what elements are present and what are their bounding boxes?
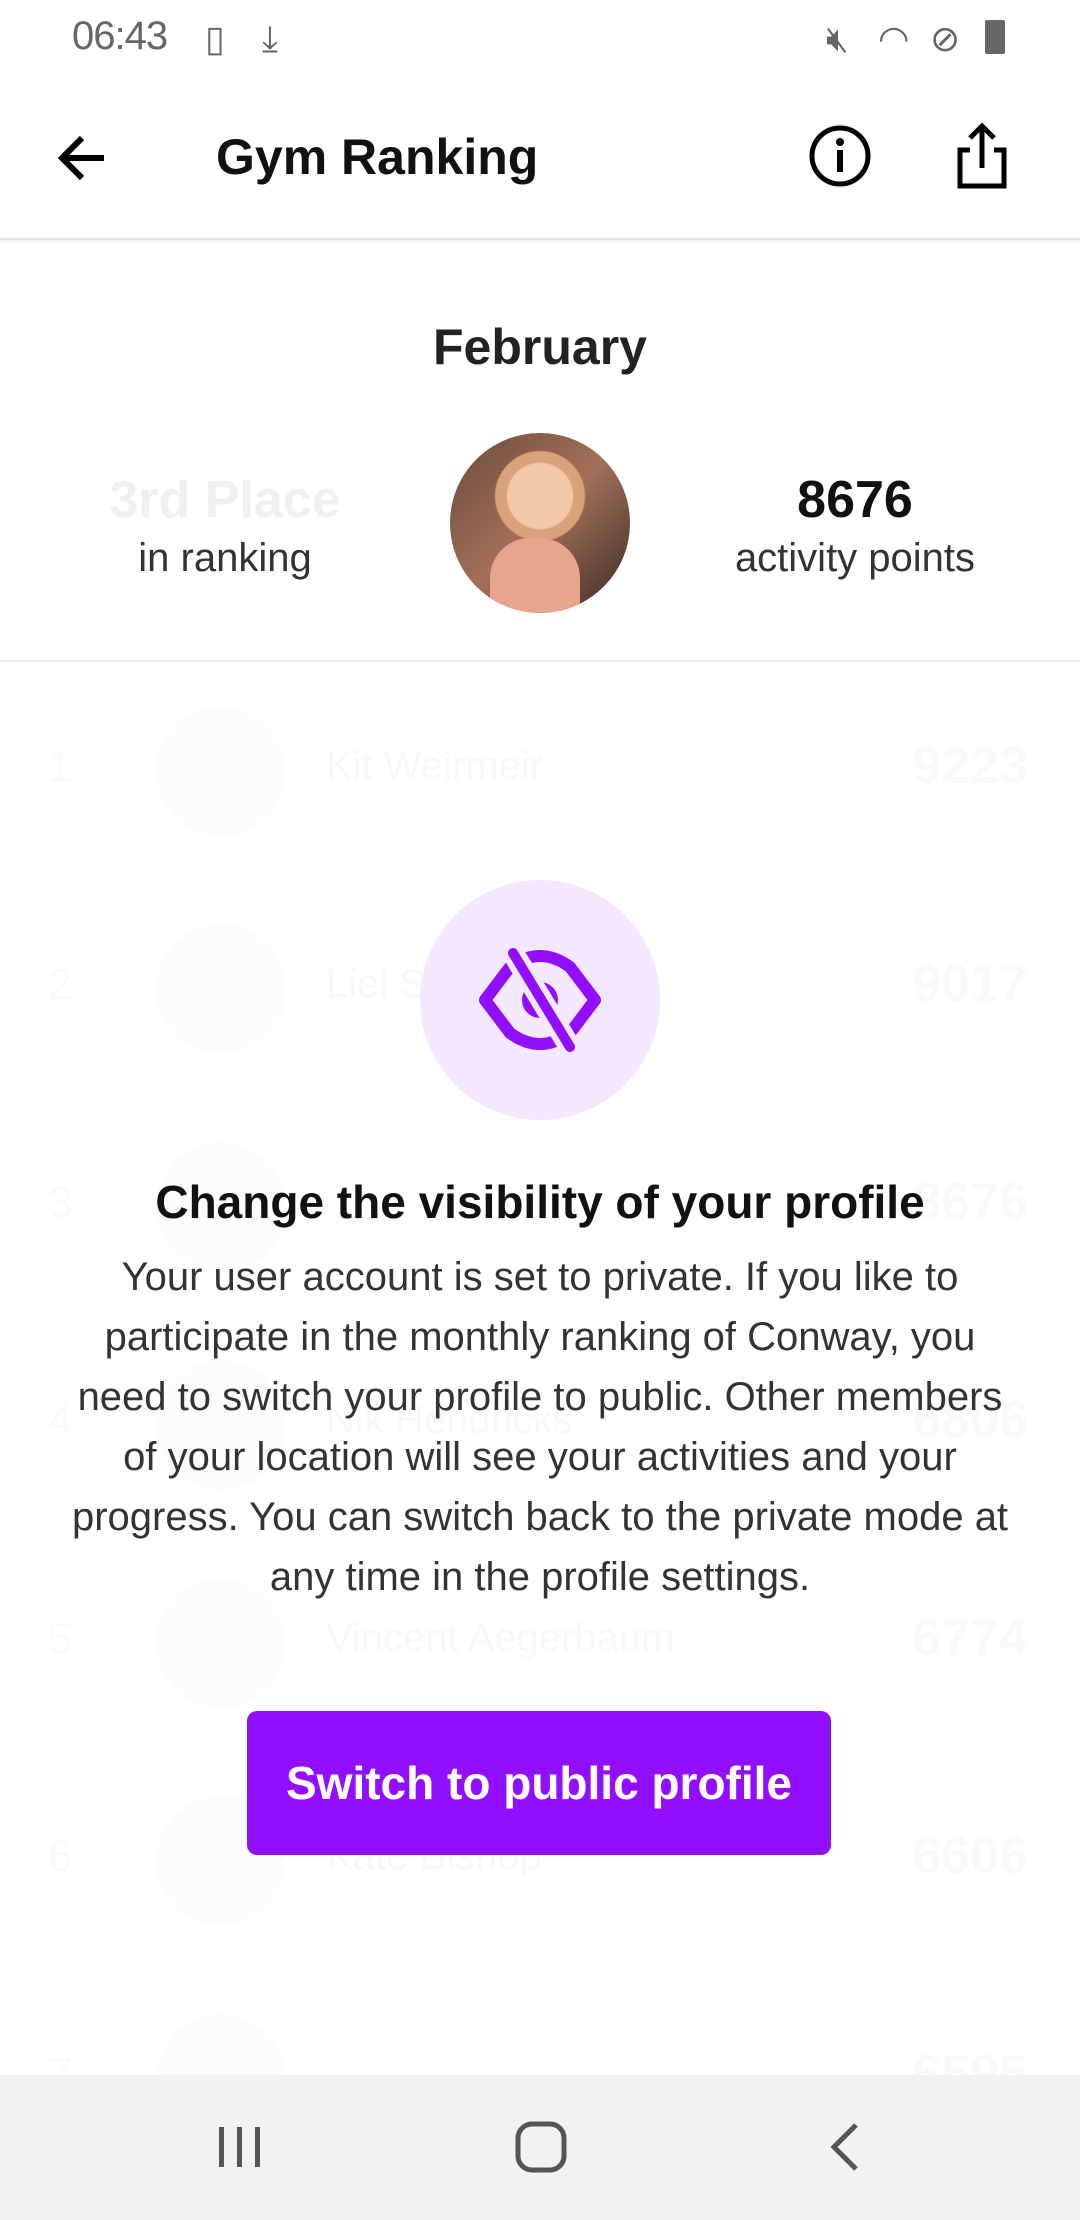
battery-icon xyxy=(985,20,1005,54)
do-not-disturb-icon: ⊘ xyxy=(930,18,961,59)
eye-off-icon-container xyxy=(420,880,660,1120)
points-value: 8676 xyxy=(797,471,913,529)
place-label: in ranking xyxy=(138,536,312,580)
system-nav-bar xyxy=(0,2075,1080,2220)
rank-stat: 3rd Place in ranking xyxy=(60,470,390,581)
eye-off-icon xyxy=(479,947,601,1053)
mute-icon: 🔇︎ xyxy=(826,18,849,59)
download-icon: ⤓ xyxy=(262,18,278,59)
screenshot-check-icon: ▯ xyxy=(205,18,225,59)
status-bar: 06:43 ▯ ⤓ 🔇︎ ◠ ⊘ xyxy=(0,0,1080,80)
page-title: Gym Ranking xyxy=(216,129,539,185)
back-icon[interactable] xyxy=(820,2115,870,2180)
place-value: 3rd Place xyxy=(109,471,341,529)
points-stat: 8676 activity points xyxy=(690,470,1020,581)
home-icon[interactable] xyxy=(512,2115,572,2180)
switch-to-public-button[interactable]: Switch to public profile xyxy=(247,1711,831,1855)
recents-icon[interactable] xyxy=(215,2115,265,2180)
dialog-title: Change the visibility of your profile xyxy=(155,1176,925,1228)
back-arrow-icon[interactable] xyxy=(52,118,122,198)
dialog-body: Your user account is set to private. If … xyxy=(71,1255,1009,1599)
share-icon[interactable] xyxy=(952,120,1012,195)
wifi-icon: ◠ xyxy=(878,18,910,59)
info-icon[interactable] xyxy=(808,124,872,193)
status-time: 06:43 xyxy=(72,14,168,58)
month-title: February xyxy=(433,319,647,375)
points-label: activity points xyxy=(734,536,976,580)
app-bar: Gym Ranking xyxy=(0,80,1080,240)
user-avatar xyxy=(450,433,630,613)
